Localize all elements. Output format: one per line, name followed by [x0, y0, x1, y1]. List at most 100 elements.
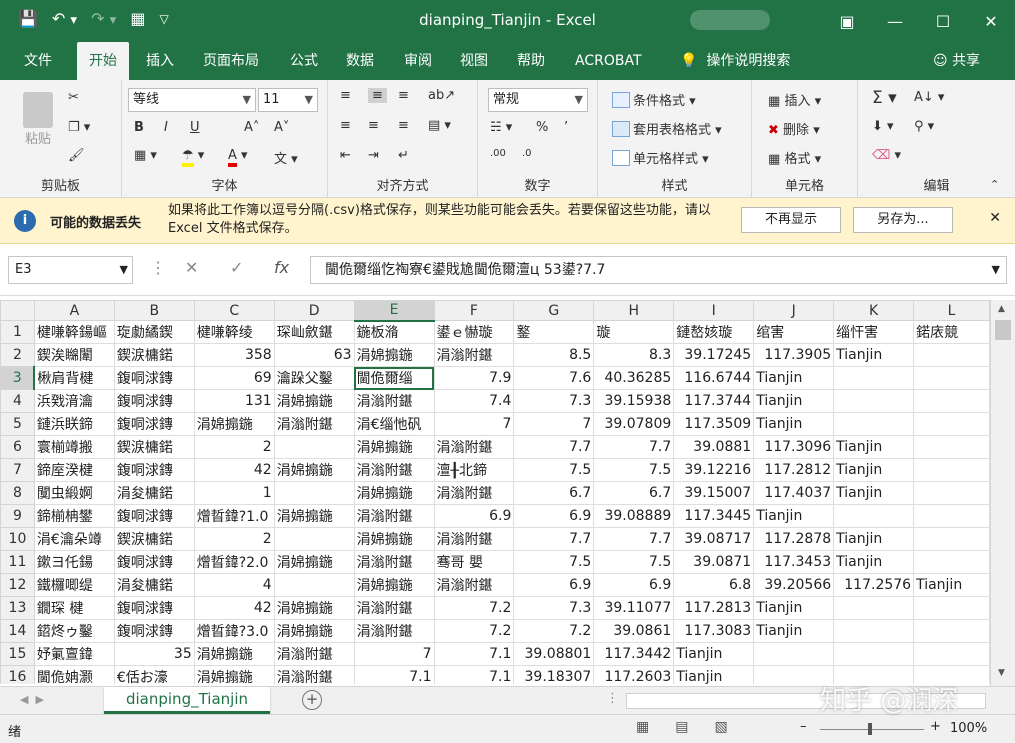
cell-d8[interactable] — [273, 481, 355, 505]
align-top-icon[interactable]: ≡ — [340, 88, 351, 103]
cell-h10[interactable]: 7.7 — [593, 527, 675, 551]
account-avatar[interactable] — [690, 10, 770, 30]
cell-a7[interactable]: 鍗庢湀楗 — [33, 458, 115, 482]
decrease-indent-icon[interactable]: ⇤ — [340, 148, 351, 163]
cell-e12[interactable]: 涓婂搧鍦 — [353, 573, 435, 597]
cell-a9[interactable]: 鍗椾柟鐢 — [33, 504, 115, 528]
fill-color-icon[interactable]: ☂ ▾ — [182, 148, 204, 167]
cell-b10[interactable]: 鍥涙槦鍩 — [113, 527, 195, 551]
cell-g14[interactable]: 7.2 — [513, 619, 595, 643]
cell-a8[interactable]: 闃虫緞婀 — [33, 481, 115, 505]
cell-c4[interactable]: 131 — [193, 389, 275, 413]
tab-page-layout[interactable]: 页面布局 — [203, 42, 259, 80]
cell-b8[interactable]: 涓夋槦鍩 — [113, 481, 195, 505]
cell-g11[interactable]: 7.5 — [513, 550, 595, 574]
cell-f4[interactable]: 7.4 — [433, 389, 515, 413]
cell-d2[interactable]: 63 — [273, 343, 355, 367]
cell-l13[interactable] — [913, 596, 990, 620]
cell-f6[interactable]: 涓滃附鍖 — [433, 435, 515, 459]
comma-style-icon[interactable]: ’ — [564, 120, 568, 135]
cell-c2[interactable]: 358 — [193, 343, 275, 367]
row-header[interactable]: 10 — [0, 527, 35, 551]
cell-e6[interactable]: 涓婂搧鍦 — [353, 435, 435, 459]
cell-b12[interactable]: 涓夋槦鍩 — [113, 573, 195, 597]
cell-k11[interactable]: Tianjin — [833, 550, 915, 574]
cut-icon[interactable]: ✂ — [68, 90, 79, 105]
clear-icon[interactable]: ⌫ ▾ — [872, 148, 901, 163]
cell-k2[interactable]: Tianjin — [833, 343, 915, 367]
tab-data[interactable]: 数据 — [346, 42, 374, 80]
cancel-icon[interactable]: ✕ — [185, 258, 198, 277]
cell-c10[interactable]: 2 — [193, 527, 275, 551]
cell-l15[interactable] — [913, 642, 990, 666]
font-size-select[interactable]: 11 ▼ — [258, 88, 318, 112]
sheet-nav-arrows[interactable]: ◀ ▶ — [20, 693, 44, 706]
cell-b3[interactable]: 鍑哃浗鏄 — [113, 366, 195, 390]
cell-h7[interactable]: 7.5 — [593, 458, 675, 482]
cell-l5[interactable] — [913, 412, 990, 436]
row-header[interactable]: 13 — [0, 596, 35, 620]
cell-e4[interactable]: 涓滃附鍖 — [353, 389, 435, 413]
vertical-scrollbar[interactable]: ▲ ▼ — [990, 300, 1015, 686]
row-header[interactable]: 11 — [0, 550, 35, 574]
row-header[interactable]: 6 — [0, 435, 35, 459]
cell-b11[interactable]: 鍑哃浗鏄 — [113, 550, 195, 574]
cell-b2[interactable]: 鍥涙槦鍩 — [113, 343, 195, 367]
cell-k7[interactable]: Tianjin — [833, 458, 915, 482]
add-sheet-icon[interactable]: + — [302, 690, 322, 710]
cell-j7[interactable]: 117.2812 — [753, 458, 835, 482]
cell-i9[interactable]: 117.3445 — [673, 504, 755, 528]
align-center-icon[interactable]: ≡ — [368, 118, 379, 133]
cell-f9[interactable]: 6.9 — [433, 504, 515, 528]
worksheet-grid[interactable]: ABCDEFGHIJKL 1 楗嗛簳鍚嶇 琁勮繘鍥 楗嗛簳绫 琛屾斂鍖 鍦板潃 鍙ｅ懗璇鐜璇… — [0, 300, 990, 684]
font-color-icon[interactable]: A ▾ — [228, 148, 248, 167]
find-select-icon[interactable]: ⚲ ▾ — [914, 119, 934, 134]
cell-l4[interactable] — [913, 389, 990, 413]
format-cells-button[interactable]: ▦ 格式 ▾ — [768, 148, 821, 167]
cell-g13[interactable]: 7.3 — [513, 596, 595, 620]
insert-cells-button[interactable]: ▦ 插入 ▾ — [768, 90, 821, 109]
zoom-level[interactable]: 100% — [950, 721, 987, 736]
row-header[interactable]: 8 — [0, 481, 35, 505]
ribbon-display-icon[interactable]: ▣ — [823, 0, 871, 42]
cell-j3[interactable]: Tianjin — [753, 366, 835, 390]
cell-c9[interactable]: 熷晢鍏?1.0 — [193, 504, 275, 528]
column-header-h[interactable]: H — [593, 300, 675, 321]
cell-j15[interactable] — [753, 642, 835, 666]
column-header-l[interactable]: L — [913, 300, 990, 321]
cell-e8[interactable]: 涓婂搧鍦 — [353, 481, 435, 505]
column-header-i[interactable]: I — [673, 300, 755, 321]
cell-b4[interactable]: 鍑哃浗鏄 — [113, 389, 195, 413]
cell-k12[interactable]: 117.2576 — [833, 573, 915, 597]
formula-input[interactable]: 閫佹爾缁忔祹寮€鍙戝尯閫佹爾澶ц 53鍙?7.7 ▼ — [310, 256, 1007, 284]
cell-j8[interactable]: 117.4037 — [753, 481, 835, 505]
cell-i2[interactable]: 39.17245 — [673, 343, 755, 367]
cell-c5[interactable]: 涓婂搧鍦 — [193, 412, 275, 436]
normal-view-icon[interactable]: ▦ — [636, 719, 649, 735]
decrease-decimal-icon[interactable]: .0 — [522, 148, 532, 159]
cell-a5[interactable]: 鏈浜眹鍗 — [33, 412, 115, 436]
cell-k15[interactable] — [833, 642, 915, 666]
cell-l12[interactable]: Tianjin — [913, 573, 990, 597]
row-header[interactable]: 2 — [0, 343, 35, 367]
cell-i12[interactable]: 6.8 — [673, 573, 755, 597]
cell-d1[interactable]: 琛屾斂鍖 — [273, 320, 355, 344]
cell-a2[interactable]: 鍥涘矊闈 — [33, 343, 115, 367]
format-as-table-button[interactable]: 套用表格格式 ▾ — [612, 119, 722, 138]
cell-c3[interactable]: 69 — [193, 366, 275, 390]
name-box[interactable]: E3 ▼ — [8, 256, 133, 284]
cell-d16[interactable]: 涓滃附鍖 — [273, 665, 355, 684]
cell-c14[interactable]: 熷晢鍏?3.0 — [193, 619, 275, 643]
increase-decimal-icon[interactable]: .00 — [490, 148, 506, 159]
cell-h14[interactable]: 39.0861 — [593, 619, 675, 643]
cell-e11[interactable]: 涓滃附鍖 — [353, 550, 435, 574]
cell-c6[interactable]: 2 — [193, 435, 275, 459]
cell-e9[interactable]: 涓滃附鍖 — [353, 504, 435, 528]
row-header[interactable]: 4 — [0, 389, 35, 413]
cell-a13[interactable]: 鐗琛 楗 — [33, 596, 115, 620]
cell-i3[interactable]: 116.6744 — [673, 366, 755, 390]
cell-e10[interactable]: 涓婂搧鍦 — [353, 527, 435, 551]
italic-button[interactable]: I — [164, 120, 168, 135]
column-header-g[interactable]: G — [513, 300, 595, 321]
close-icon[interactable]: ✕ — [989, 210, 1001, 226]
